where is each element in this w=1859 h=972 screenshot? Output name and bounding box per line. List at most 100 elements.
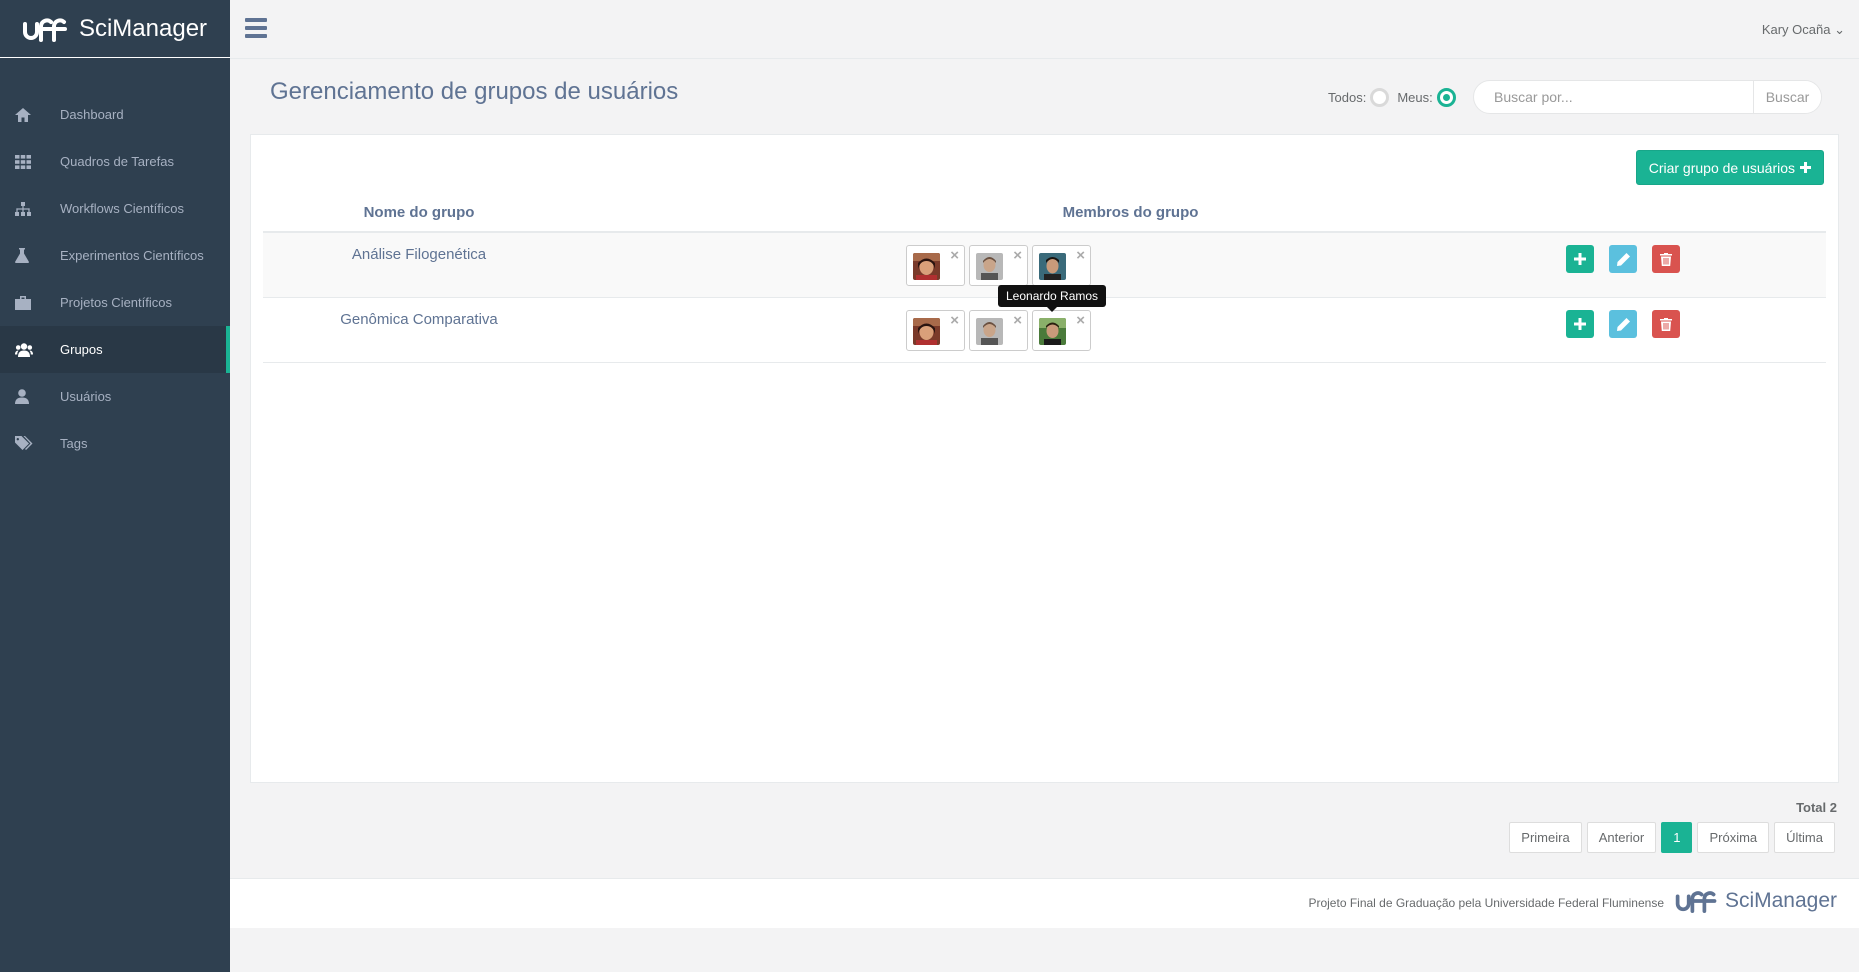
create-group-label: Criar grupo de usuários: [1648, 159, 1795, 176]
uff-logo: [1675, 891, 1717, 913]
group-members: × × ×: [906, 310, 1091, 351]
users-icon: [15, 341, 43, 359]
table-row: Genômica Comparativa × × ×: [263, 298, 1826, 363]
sidebar-item-dashboard[interactable]: Dashboard: [0, 91, 230, 138]
member-chip[interactable]: ×: [906, 310, 965, 351]
sidebar-item-label: Projetos Científicos: [60, 295, 172, 310]
user-icon: [15, 388, 43, 406]
sidebar-item-projetos[interactable]: Projetos Científicos: [0, 279, 230, 326]
search-button[interactable]: Buscar: [1753, 81, 1821, 113]
search-box: Buscar: [1473, 80, 1822, 114]
uff-logo: [22, 17, 67, 42]
page-last-button[interactable]: Última: [1774, 822, 1835, 853]
remove-member-icon[interactable]: ×: [950, 247, 959, 264]
plus-icon: [1574, 318, 1586, 330]
sidebar-item-label: Experimentos Científicos: [60, 248, 204, 263]
user-name: Kary Ocaña: [1761, 22, 1831, 37]
row-actions: [1566, 245, 1680, 273]
sidebar-nav: Dashboard Quadros de Tarefas Workflows C…: [0, 91, 230, 467]
member-chip[interactable]: ×: [969, 245, 1028, 286]
column-header-name: Nome do grupo: [363, 204, 475, 221]
member-tooltip: Leonardo Ramos: [998, 285, 1107, 312]
row-actions: [1566, 310, 1680, 338]
filter-all-radio[interactable]: [1370, 88, 1390, 107]
sidebar-item-label: Grupos: [60, 342, 103, 357]
remove-member-icon[interactable]: ×: [1076, 247, 1085, 264]
edit-group-button[interactable]: [1609, 245, 1637, 273]
delete-group-button[interactable]: [1652, 310, 1680, 338]
remove-member-icon[interactable]: ×: [1076, 312, 1085, 329]
avatar: [976, 253, 1003, 280]
sidebar-item-label: Workflows Científicos: [60, 201, 185, 216]
footer-brand: SciManager: [1675, 889, 1837, 913]
table-header: Nome do grupo Membros do grupo: [263, 201, 1826, 233]
sidebar-item-quadros-de-tarefas[interactable]: Quadros de Tarefas: [0, 138, 230, 185]
add-member-button[interactable]: [1566, 310, 1594, 338]
sidebar-item-label: Quadros de Tarefas: [60, 154, 174, 169]
page-title: Gerenciamento de grupos de usuários: [270, 78, 679, 105]
sidebar-item-usuarios[interactable]: Usuários: [0, 373, 230, 420]
pencil-icon: [1616, 317, 1630, 331]
plus-icon: [1800, 162, 1811, 173]
footer: Projeto Final de Graduação pela Universi…: [230, 878, 1859, 928]
edit-group-button[interactable]: [1609, 310, 1637, 338]
member-chip[interactable]: ×: [1032, 310, 1091, 351]
chevron-down-icon: ⌄: [1834, 22, 1845, 37]
avatar: [976, 318, 1003, 345]
search-input[interactable]: [1474, 81, 1753, 113]
avatar: [913, 318, 940, 345]
group-members: × × ×: [906, 245, 1091, 286]
create-group-button[interactable]: Criar grupo de usuários: [1635, 150, 1824, 185]
brand-name: SciManager: [78, 14, 208, 42]
trash-icon: [1660, 252, 1672, 266]
remove-member-icon[interactable]: ×: [950, 312, 959, 329]
top-navbar: Kary Ocaña ⌄: [230, 0, 1859, 59]
flask-icon: [15, 247, 43, 265]
add-member-button[interactable]: [1566, 245, 1594, 273]
sidebar-item-tags[interactable]: Tags: [0, 420, 230, 467]
trash-icon: [1660, 317, 1672, 331]
column-header-members: Membros do grupo: [1062, 204, 1199, 221]
sidebar: SciManager Dashboard Quadros de Tarefas …: [0, 0, 230, 972]
page-prev-button[interactable]: Anterior: [1586, 822, 1657, 853]
group-name: Genômica Comparativa: [340, 311, 498, 328]
user-menu[interactable]: Kary Ocaña ⌄: [1762, 22, 1845, 38]
home-icon: [15, 106, 43, 124]
avatar: [1039, 253, 1066, 280]
brand[interactable]: SciManager: [0, 0, 230, 58]
filter-all-label: Todos:: [1328, 90, 1367, 105]
avatar: [1039, 318, 1066, 345]
ownership-filter: Todos: Meus:: [1328, 88, 1464, 107]
delete-group-button[interactable]: [1652, 245, 1680, 273]
page-next-button[interactable]: Próxima: [1697, 822, 1770, 853]
footer-brand-name: SciManager: [1724, 889, 1837, 912]
sidebar-item-grupos[interactable]: Grupos: [0, 326, 230, 373]
filter-mine-radio[interactable]: [1436, 88, 1456, 107]
sitemap-icon: [15, 200, 43, 218]
member-chip[interactable]: ×: [969, 310, 1028, 351]
sidebar-item-label: Dashboard: [60, 107, 124, 122]
group-name: Análise Filogenética: [351, 246, 487, 263]
remove-member-icon[interactable]: ×: [1013, 312, 1022, 329]
sidebar-item-label: Usuários: [60, 389, 112, 404]
grid-icon: [15, 153, 43, 171]
tags-icon: [15, 435, 43, 453]
briefcase-icon: [15, 294, 43, 312]
member-chip[interactable]: ×: [906, 245, 965, 286]
plus-icon: [1574, 253, 1586, 265]
sidebar-item-label: Tags: [60, 436, 88, 451]
remove-member-icon[interactable]: ×: [1013, 247, 1022, 264]
total-count: Total 2: [1796, 800, 1837, 815]
sidebar-item-experimentos[interactable]: Experimentos Científicos: [0, 232, 230, 279]
avatar: [913, 253, 940, 280]
pagination: Primeira Anterior 1 Próxima Última: [1509, 822, 1835, 853]
groups-panel: Criar grupo de usuários Nome do grupo Me…: [250, 134, 1839, 783]
page-first-button[interactable]: Primeira: [1509, 822, 1582, 853]
filter-mine-label: Meus:: [1397, 90, 1433, 105]
menu-toggle-icon[interactable]: [245, 18, 267, 40]
pencil-icon: [1616, 252, 1630, 266]
sidebar-item-workflows[interactable]: Workflows Científicos: [0, 185, 230, 232]
footer-text: Projeto Final de Graduação pela Universi…: [1308, 896, 1664, 910]
page-current-button[interactable]: 1: [1661, 822, 1693, 853]
member-chip[interactable]: ×: [1032, 245, 1091, 286]
